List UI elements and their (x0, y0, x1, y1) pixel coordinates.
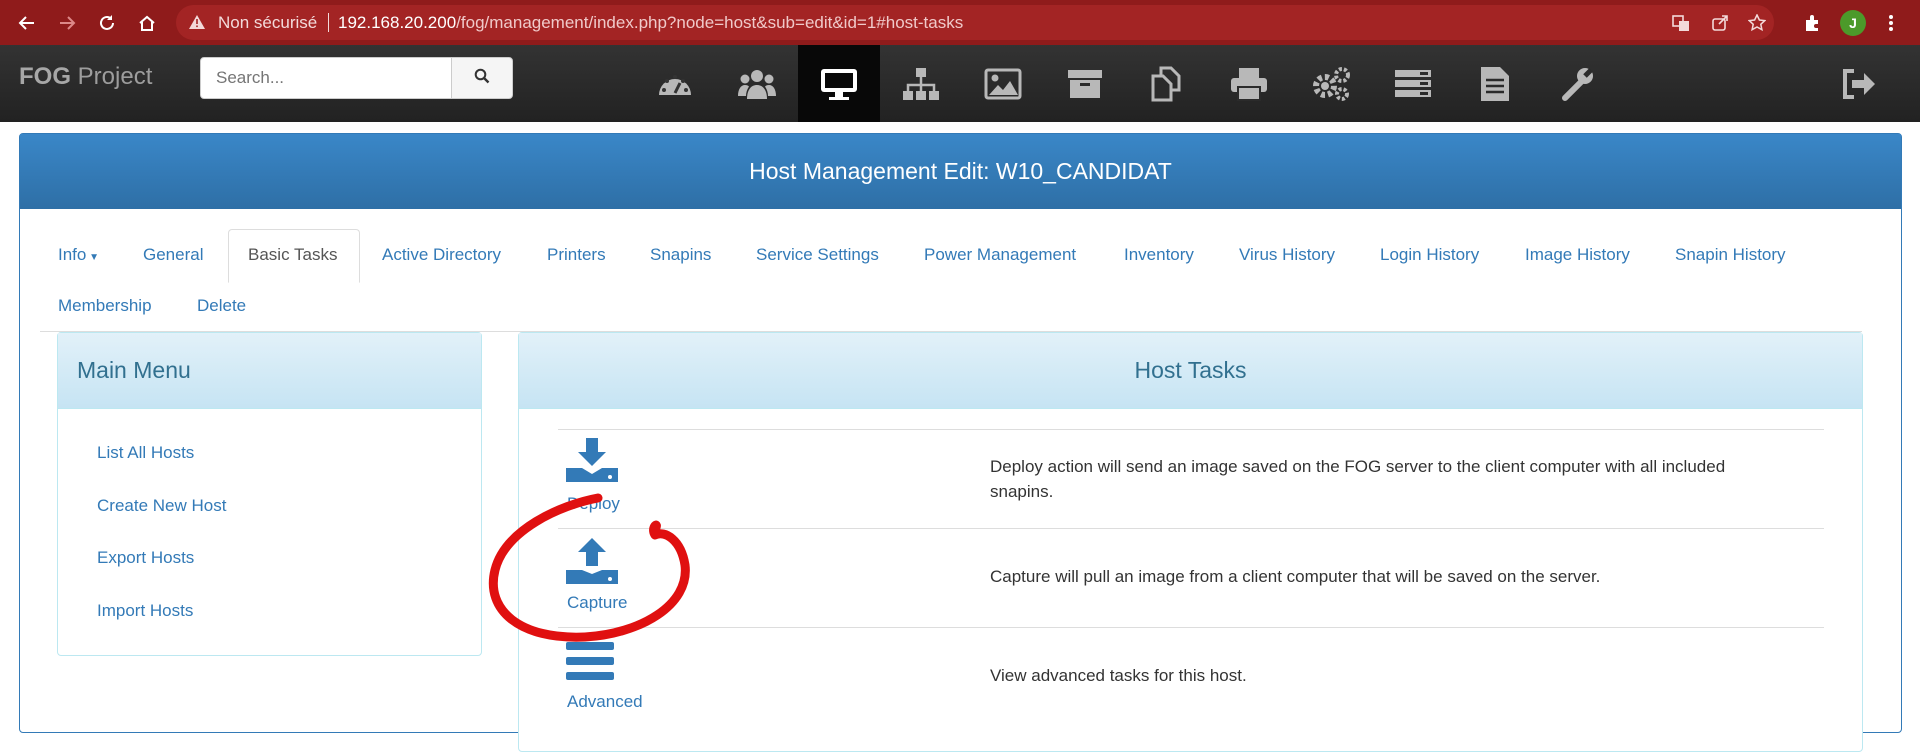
tab-inventory[interactable]: Inventory (1124, 245, 1194, 265)
printers-icon[interactable] (1208, 45, 1290, 122)
task-advanced[interactable]: Advanced (564, 640, 664, 720)
reload-icon[interactable] (92, 8, 122, 38)
tab-info[interactable]: Info ▼ (58, 245, 99, 265)
security-label[interactable]: Non sécurisé (218, 13, 317, 33)
menu-item-create-new-host[interactable]: Create New Host (97, 496, 226, 516)
task-capture-description: Capture will pull an image from a client… (990, 567, 1601, 586)
task-row-divider (558, 627, 1824, 628)
forward-arrow-icon[interactable] (52, 8, 82, 38)
url-host: 192.168.20.200 (338, 13, 457, 32)
search-input[interactable] (200, 57, 452, 99)
omnibox-divider (328, 13, 329, 32)
tasks-icon[interactable] (1372, 45, 1454, 122)
dashboard-icon[interactable] (634, 45, 716, 122)
search-button[interactable] (451, 57, 513, 99)
page-title: Host Management Edit: W10_CANDIDAT (20, 134, 1901, 209)
task-advanced-label: Advanced (567, 692, 643, 711)
snapins-icon[interactable] (1126, 45, 1208, 122)
translate-icon[interactable] (1670, 12, 1692, 34)
tab-delete[interactable]: Delete (197, 296, 246, 316)
back-arrow-icon[interactable] (12, 8, 42, 38)
share-icon[interactable] (1709, 12, 1731, 34)
tab-printers[interactable]: Printers (547, 245, 606, 265)
tab-basic-tasks[interactable]: Basic Tasks (248, 245, 337, 265)
tab-membership[interactable]: Membership (58, 296, 152, 316)
services-icon[interactable] (1290, 45, 1372, 122)
more-menu-icon[interactable] (1876, 8, 1906, 38)
deploy-icon (566, 438, 618, 489)
host-tasks-title: Host Tasks (519, 333, 1862, 409)
tab-active-directory[interactable]: Active Directory (382, 245, 501, 265)
bookmark-star-icon[interactable] (1746, 12, 1768, 34)
settings-icon[interactable] (1536, 45, 1618, 122)
images-icon[interactable] (962, 45, 1044, 122)
advanced-icon (566, 642, 614, 687)
url-path: /fog/management/index.php?node=host&sub=… (456, 13, 964, 32)
tab-power-management[interactable]: Power Management (924, 245, 1076, 265)
capture-icon (566, 538, 618, 591)
warning-icon (188, 14, 206, 35)
reports-icon[interactable] (1454, 45, 1536, 122)
main-menu-panel: Main Menu List All Hosts Create New Host… (57, 332, 482, 656)
tab-info-label: Info (58, 245, 87, 264)
url-text[interactable]: 192.168.20.200/fog/management/index.php?… (338, 13, 963, 33)
task-capture[interactable]: Capture (564, 538, 664, 618)
task-row-divider (558, 528, 1824, 529)
menu-item-import-hosts[interactable]: Import Hosts (97, 601, 193, 621)
tab-general[interactable]: General (143, 245, 203, 265)
storage-icon[interactable] (1044, 45, 1126, 122)
groups-icon[interactable] (880, 45, 962, 122)
brand-bold: FOG (19, 63, 71, 90)
address-bar[interactable]: Non sécurisé 192.168.20.200/fog/manageme… (176, 5, 1774, 40)
task-capture-label: Capture (567, 593, 628, 612)
task-advanced-description: View advanced tasks for this host. (990, 666, 1247, 685)
hosts-icon[interactable] (798, 45, 880, 122)
menu-item-export-hosts[interactable]: Export Hosts (97, 548, 194, 568)
users-icon[interactable] (716, 45, 798, 122)
task-row-divider (558, 429, 1824, 430)
search-icon (474, 68, 490, 89)
tab-virus-history[interactable]: Virus History (1239, 245, 1335, 265)
menu-item-list-all-hosts[interactable]: List All Hosts (97, 443, 194, 463)
tab-image-history[interactable]: Image History (1525, 245, 1630, 265)
task-deploy[interactable]: Deploy (564, 436, 664, 516)
extensions-icon[interactable] (1797, 8, 1827, 38)
main-menu-header: Main Menu (58, 333, 481, 409)
brand-rest: Project (71, 63, 153, 90)
tab-snapin-history[interactable]: Snapin History (1675, 245, 1786, 265)
task-deploy-label: Deploy (567, 494, 620, 513)
host-tasks-panel: Host Tasks (518, 332, 1863, 752)
tab-snapins[interactable]: Snapins (650, 245, 711, 265)
logout-icon[interactable] (1818, 45, 1900, 122)
top-navbar: FOG Project (0, 45, 1920, 122)
caret-down-icon: ▼ (86, 252, 100, 263)
home-icon[interactable] (132, 8, 162, 38)
browser-toolbar: Non sécurisé 192.168.20.200/fog/manageme… (0, 0, 1920, 45)
tab-login-history[interactable]: Login History (1380, 245, 1479, 265)
tab-service-settings[interactable]: Service Settings (756, 245, 879, 265)
profile-avatar[interactable]: J (1840, 10, 1866, 36)
brand-logo[interactable]: FOG Project (19, 63, 152, 91)
main-menu-title: Main Menu (77, 357, 191, 383)
task-deploy-description: Deploy action will send an image saved o… (990, 457, 1726, 501)
